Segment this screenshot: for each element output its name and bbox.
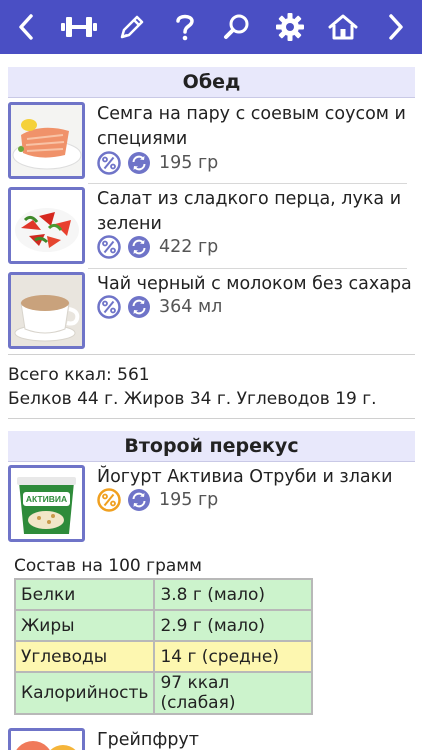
refresh-icon[interactable] bbox=[127, 295, 151, 319]
gear-icon bbox=[276, 13, 305, 41]
back-button[interactable] bbox=[6, 0, 46, 54]
table-row: Углеводы 14 г (средне) bbox=[13, 640, 314, 673]
item-meta: 422 гр bbox=[97, 234, 218, 260]
home-icon bbox=[328, 14, 358, 40]
refresh-icon[interactable] bbox=[127, 488, 151, 512]
food-image-salmon bbox=[8, 102, 85, 179]
item-amount: 422 гр bbox=[159, 237, 219, 257]
food-image-pepper-salad bbox=[8, 187, 85, 264]
item-meta: 195 гр bbox=[97, 150, 218, 176]
percent-icon[interactable] bbox=[97, 295, 121, 319]
item-title: Грейпфрут bbox=[97, 730, 199, 750]
top-toolbar bbox=[0, 0, 422, 54]
settings-button[interactable] bbox=[270, 0, 310, 54]
nutrient-name: Белки bbox=[13, 578, 156, 611]
table-row: Жиры 2.9 г (мало) bbox=[13, 609, 314, 642]
item-amount: 364 мл bbox=[159, 297, 223, 317]
nutrient-name: Калорийность bbox=[13, 671, 156, 715]
percent-icon[interactable] bbox=[97, 151, 121, 175]
pen-icon bbox=[120, 15, 143, 39]
chevron-right-icon bbox=[389, 14, 403, 40]
meal-item[interactable]: Салат из сладкого перца, лука и зелени 4… bbox=[8, 187, 415, 267]
nutrient-name: Жиры bbox=[13, 609, 156, 642]
forward-button[interactable] bbox=[376, 0, 416, 54]
section-title-lunch: Обед bbox=[8, 67, 415, 98]
percent-icon[interactable] bbox=[97, 488, 121, 512]
refresh-icon[interactable] bbox=[127, 151, 151, 175]
total-kcal: Всего ккал: 561 bbox=[8, 365, 150, 385]
food-image-grapefruit bbox=[8, 728, 85, 750]
chevron-left-icon bbox=[19, 14, 33, 40]
food-image-yogurt: АКТИВИА bbox=[8, 465, 85, 542]
divider bbox=[8, 418, 415, 419]
item-amount: 195 гр bbox=[159, 490, 219, 510]
dumbbell-icon bbox=[60, 17, 97, 37]
divider bbox=[8, 354, 415, 355]
workout-button[interactable] bbox=[59, 0, 99, 54]
food-image-tea-with-milk bbox=[8, 272, 85, 349]
section-title-second-snack: Второй перекус bbox=[8, 431, 415, 462]
item-meta: 364 мл bbox=[97, 294, 222, 320]
help-button[interactable] bbox=[165, 0, 205, 54]
edit-button[interactable] bbox=[112, 0, 152, 54]
search-button[interactable] bbox=[217, 0, 257, 54]
home-button[interactable] bbox=[323, 0, 363, 54]
composition-title: Состав на 100 грамм bbox=[14, 556, 202, 576]
search-icon bbox=[224, 14, 249, 39]
meal-item[interactable]: АКТИВИА Йогурт Активиа Отруби и злаки 19… bbox=[8, 465, 415, 545]
item-title: Семга на пару с соевым соусом и специями bbox=[97, 104, 406, 149]
macros-summary: Белков 44 г. Жиров 34 г. Углеводов 19 г. bbox=[8, 389, 377, 409]
composition-table: Белки 3.8 г (мало) Жиры 2.9 г (мало) Угл… bbox=[13, 578, 314, 715]
nutrient-value: 3.8 г (мало) bbox=[153, 578, 314, 611]
question-icon bbox=[175, 14, 194, 41]
nutrient-value: 2.9 г (мало) bbox=[153, 609, 314, 642]
meal-totals: Всего ккал: 561 Белков 44 г. Жиров 34 г.… bbox=[8, 363, 415, 411]
nutrient-name: Углеводы bbox=[13, 640, 156, 673]
item-amount: 195 гр bbox=[159, 153, 219, 173]
divider bbox=[88, 183, 407, 184]
nutrient-value: 14 г (средне) bbox=[153, 640, 314, 673]
table-row: Белки 3.8 г (мало) bbox=[13, 578, 314, 611]
percent-icon[interactable] bbox=[97, 235, 121, 259]
nutrient-value: 97 ккал (слабая) bbox=[153, 671, 314, 715]
item-title: Салат из сладкого перца, лука и зелени bbox=[97, 189, 402, 234]
meal-item[interactable]: Чай черный с молоком без сахара 364 мл bbox=[8, 272, 415, 352]
meal-item[interactable]: Грейпфрут bbox=[8, 728, 415, 750]
item-meta: 195 гр bbox=[97, 487, 218, 513]
table-row: Калорийность 97 ккал (слабая) bbox=[13, 671, 314, 715]
meal-item[interactable]: Семга на пару с соевым соусом и специями… bbox=[8, 102, 415, 182]
divider bbox=[88, 268, 407, 269]
yogurt-brand-label: АКТИВИА bbox=[26, 494, 67, 504]
refresh-icon[interactable] bbox=[127, 235, 151, 259]
